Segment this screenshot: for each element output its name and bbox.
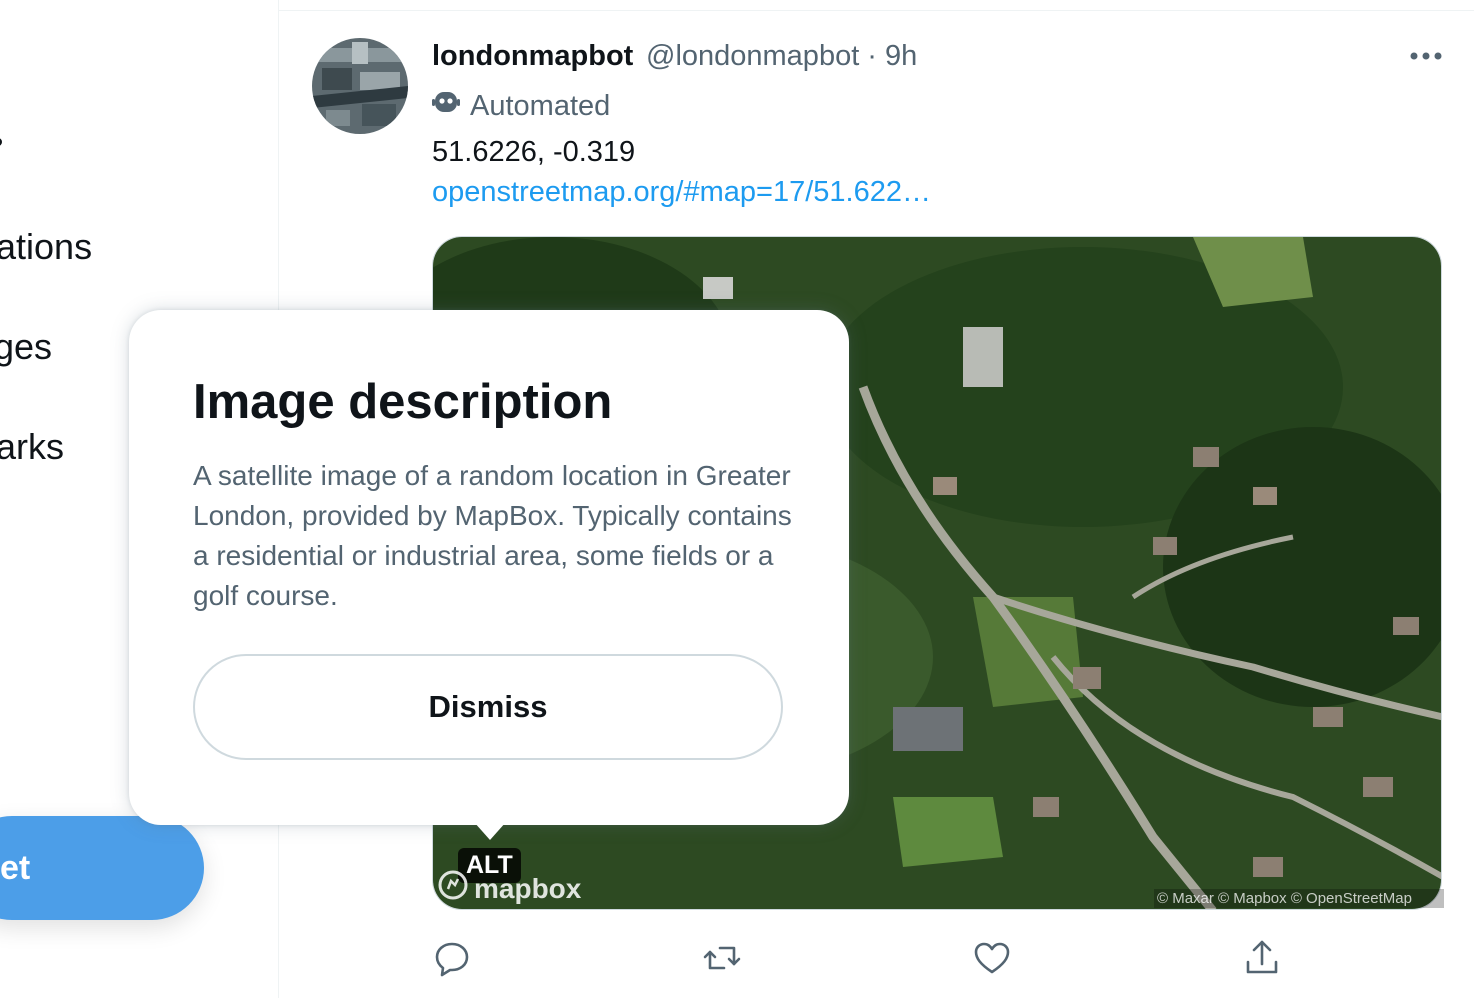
tweet-divider — [278, 10, 1474, 11]
image-description-popover: Image description A satellite image of a… — [129, 310, 849, 825]
automated-label[interactable]: Automated — [432, 88, 610, 124]
mapbox-icon — [438, 870, 468, 907]
tweet-link[interactable]: openstreetmap.org/#map=17/51.622… — [432, 176, 931, 209]
popover-body: A satellite image of a random location i… — [193, 460, 792, 611]
tweet-text: 51.6226, -0.319 — [432, 136, 636, 168]
automated-text: Automated — [470, 89, 611, 122]
nav-item-fragment — [0, 138, 2, 146]
mapbox-logo: mapbox — [438, 870, 581, 907]
display-name[interactable]: londonmapbot — [432, 40, 633, 73]
like-icon[interactable] — [972, 938, 1012, 978]
mapbox-logo-text: mapbox — [474, 872, 582, 904]
handle-and-time[interactable]: @londonmapbot · 9h — [646, 40, 917, 73]
reply-icon[interactable] — [432, 938, 472, 978]
retweet-icon[interactable] — [702, 938, 742, 978]
nav-item-notifications[interactable]: ations — [0, 226, 92, 268]
avatar[interactable] — [312, 38, 408, 134]
map-attribution: © Maxar © Mapbox © OpenStreetMap — [1154, 889, 1444, 908]
popover-title: Image description — [193, 375, 613, 429]
tweet-button-label: et — [0, 849, 31, 887]
more-options-icon[interactable] — [1408, 44, 1444, 68]
nav-item-bookmarks[interactable]: arks — [0, 426, 64, 468]
tweet-button[interactable]: et — [0, 816, 204, 920]
nav-item-messages[interactable]: ges — [0, 326, 52, 368]
share-icon[interactable] — [1242, 938, 1282, 978]
dismiss-button[interactable]: Dismiss — [193, 654, 783, 760]
popover-arrow — [474, 822, 506, 840]
bot-icon — [432, 88, 460, 124]
